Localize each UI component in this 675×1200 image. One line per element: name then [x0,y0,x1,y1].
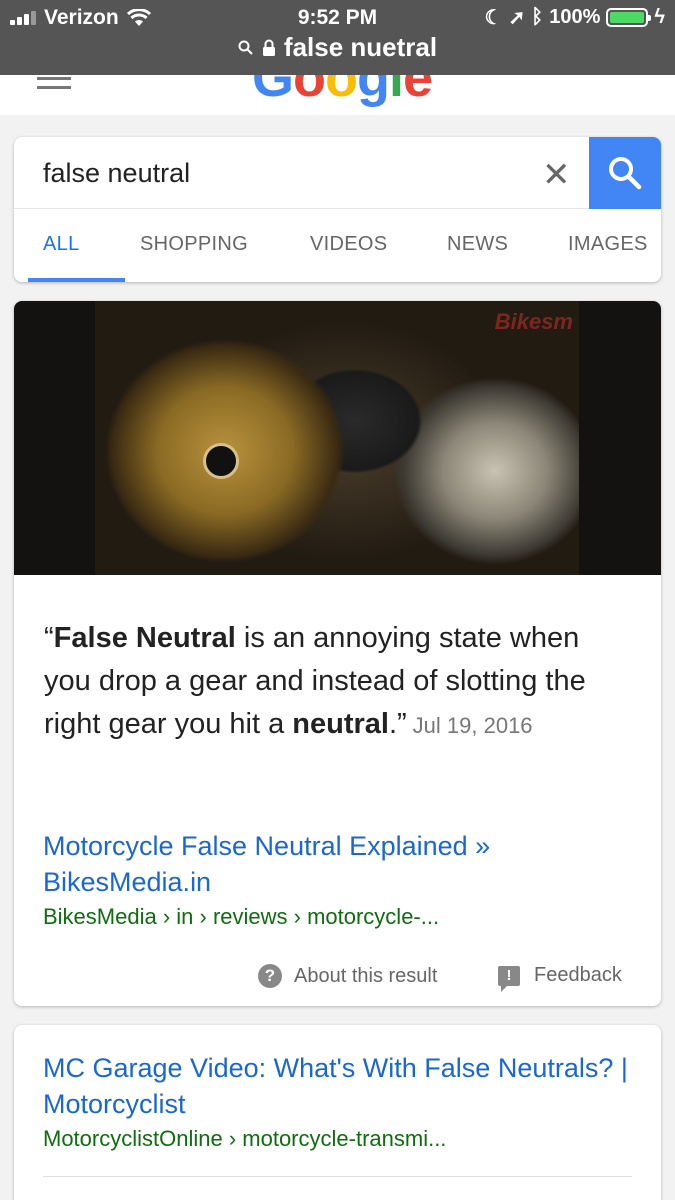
google-logo[interactable]: Google [252,75,433,109]
snippet-footer: ? About this result ! Feedback [14,956,661,996]
menu-icon[interactable] [37,77,71,95]
active-tab-indicator [28,278,125,282]
feedback-label: Feedback [534,964,622,986]
search-icon [609,157,642,190]
snippet-date: Jul 19, 2016 [412,713,533,738]
address-text: false nuetral [283,32,438,62]
bluetooth-icon: ᛒ [531,6,544,28]
address-bar[interactable]: false nuetral [0,32,675,63]
tab-shopping[interactable]: SHOPPING [140,233,248,256]
moon-icon: ☾ [484,7,503,29]
status-bar: Verizon 9:52 PM ☾ ➚ ᛒ 100% ϟ false nuetr… [0,0,675,75]
tab-images[interactable]: IMAGES [568,233,648,256]
snippet-bold-1: False Neutral [53,622,236,654]
google-header: Google [0,75,675,115]
result-title[interactable]: MC Garage Video: What's With False Neutr… [43,1050,633,1122]
tab-videos[interactable]: VIDEOS [310,233,387,256]
tab-news[interactable]: NEWS [447,233,508,256]
divider [43,1176,632,1177]
clear-icon[interactable]: ✕ [542,155,571,195]
quote-close: .” [388,708,407,740]
tab-all[interactable]: ALL [43,233,80,256]
search-small-icon [238,40,253,55]
quote-open: “ [44,622,54,654]
snippet-image[interactable]: Bikesm [14,301,661,575]
search-tabs: ALL SHOPPING VIDEOS NEWS IMAGES [14,209,661,282]
search-box: false neutral ✕ ALL SHOPPING VIDEOS NEWS… [14,137,661,282]
snippet-text: “False Neutral is an annoying state when… [44,617,634,747]
battery-percent: 100% [549,6,601,28]
snippet-bold-2: neutral [292,708,389,740]
search-button[interactable] [589,137,661,209]
result-cite[interactable]: MotorcyclistOnline › motorcycle-transmi.… [43,1126,446,1152]
engine-emblem [203,443,239,479]
search-input[interactable]: false neutral [43,158,190,189]
help-icon: ? [258,964,282,988]
feedback-icon: ! [498,965,520,992]
lock-icon [262,39,275,56]
search-result-card: MC Garage Video: What's With False Neutr… [14,1025,661,1200]
charging-icon: ϟ [654,6,665,28]
status-right: ☾ ➚ ᛒ 100% ϟ [485,5,665,30]
location-icon: ➚ [508,7,526,29]
snippet-link-cite[interactable]: BikesMedia › in › reviews › motorcycle-.… [43,904,439,930]
search-row: false neutral ✕ [14,137,661,209]
motorcycle-engine-image: Bikesm [95,301,579,575]
featured-snippet-card: Bikesm “False Neutral is an annoying sta… [14,301,661,1006]
about-this-result[interactable]: ? About this result [258,964,437,988]
image-watermark: Bikesm [494,309,573,334]
feedback-link[interactable]: ! Feedback [498,964,622,992]
about-label: About this result [294,964,438,987]
snippet-link-title[interactable]: Motorcycle False Neutral Explained » Bik… [43,828,623,900]
battery-icon [606,8,652,27]
